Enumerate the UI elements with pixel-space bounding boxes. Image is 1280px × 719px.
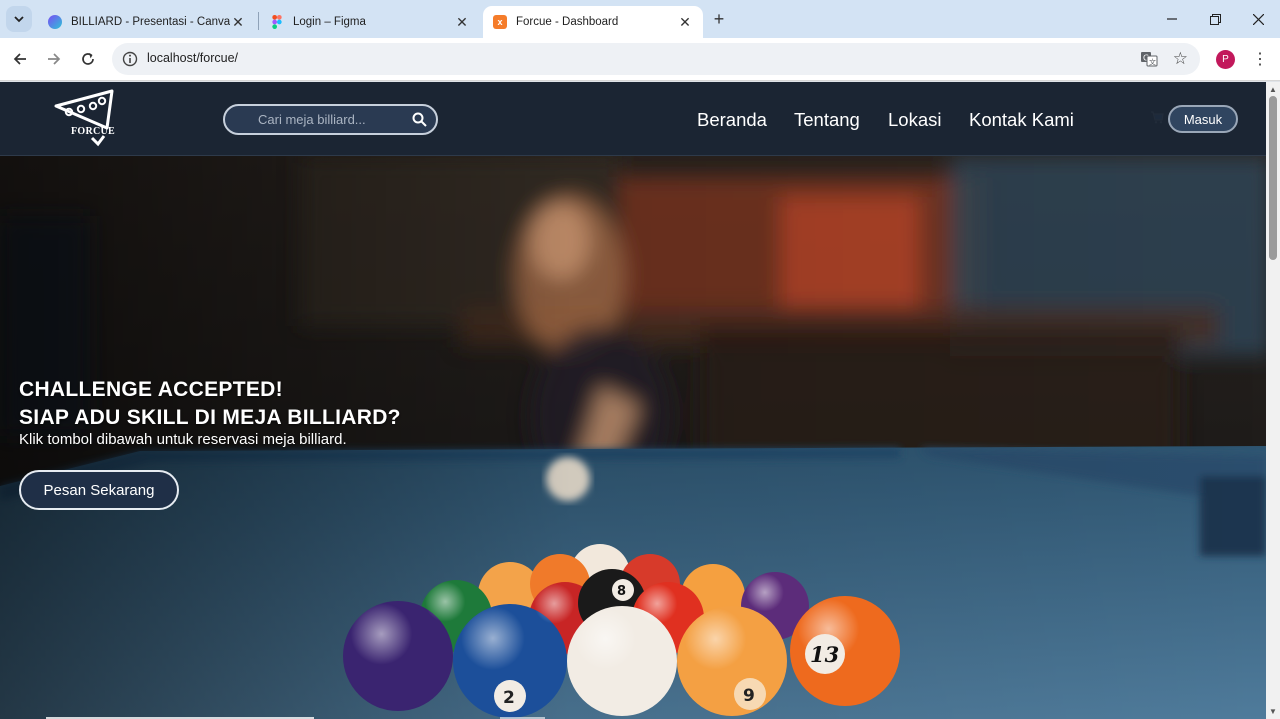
tab-canva[interactable]: BILLIARD - Presentasi - Canva ✕ bbox=[38, 6, 256, 38]
hero-subtext: Klik tombol dibawah untuk reservasi meja… bbox=[19, 431, 347, 448]
nav-link-beranda[interactable]: Beranda bbox=[697, 109, 767, 131]
chevron-down-icon bbox=[14, 16, 24, 23]
address-bar[interactable]: localhost/forcue/ G文 ☆ bbox=[112, 43, 1200, 75]
star-icon[interactable]: ☆ bbox=[1173, 49, 1188, 69]
search-field[interactable]: Cari meja billiard... bbox=[223, 104, 438, 135]
new-tab-button[interactable]: + bbox=[708, 8, 730, 30]
canva-icon bbox=[48, 15, 62, 29]
tab-title: Forcue - Dashboard bbox=[516, 16, 619, 28]
nav-link-tentang[interactable]: Tentang bbox=[794, 109, 860, 131]
login-button[interactable]: Masuk bbox=[1168, 105, 1238, 133]
page-viewport: FORCUE Cari meja billiard... Beranda Ten… bbox=[0, 82, 1266, 719]
arrow-left-icon bbox=[13, 53, 26, 65]
ball-number-2: 2 bbox=[503, 688, 515, 708]
tab-figma[interactable]: Login – Figma ✕ bbox=[260, 6, 480, 38]
hero-headline: CHALLENGE ACCEPTED! SIAP ADU SKILL DI ME… bbox=[19, 376, 401, 432]
url-text[interactable]: localhost/forcue/ bbox=[147, 51, 238, 65]
scroll-down-icon[interactable]: ▼ bbox=[1269, 707, 1277, 716]
ball-number-9: 9 bbox=[743, 686, 755, 706]
nav-link-kontak[interactable]: Kontak Kami bbox=[969, 109, 1074, 131]
hero-headline-line-1: CHALLENGE ACCEPTED! bbox=[19, 378, 283, 401]
xampp-icon: x bbox=[493, 15, 507, 29]
search-icon[interactable] bbox=[412, 112, 427, 127]
close-icon bbox=[1252, 13, 1264, 25]
scrollbar-thumb[interactable] bbox=[1269, 96, 1277, 260]
hero-section: 8 2 9 13 CHALLENGE ACCEPTED! SIAP ADU SK… bbox=[0, 156, 1266, 719]
restore-button[interactable] bbox=[1201, 8, 1229, 30]
minimize-button[interactable] bbox=[1158, 8, 1186, 30]
reload-icon bbox=[82, 53, 94, 65]
minimize-icon bbox=[1167, 18, 1177, 20]
arrow-right-icon bbox=[48, 53, 61, 65]
scroll-up-icon[interactable]: ▲ bbox=[1269, 85, 1277, 94]
close-icon[interactable]: ✕ bbox=[677, 14, 693, 30]
close-window-button[interactable] bbox=[1244, 8, 1272, 30]
restore-icon bbox=[1209, 13, 1221, 25]
translate-icon[interactable]: G文 bbox=[1140, 50, 1158, 68]
tab-forcue[interactable]: x Forcue - Dashboard ✕ bbox=[483, 6, 703, 38]
order-now-button[interactable]: Pesan Sekarang bbox=[19, 470, 179, 510]
cart-icon[interactable] bbox=[1150, 110, 1164, 124]
profile-avatar[interactable]: P bbox=[1216, 50, 1235, 69]
hero-headline-line-2: SIAP ADU SKILL DI MEJA BILLIARD? bbox=[19, 406, 401, 429]
tab-separator bbox=[258, 12, 259, 30]
info-icon[interactable] bbox=[122, 51, 138, 67]
search-input[interactable]: Cari meja billiard... bbox=[258, 112, 366, 127]
browser-toolbar: localhost/forcue/ G文 ☆ P ⋮ bbox=[0, 38, 1280, 81]
figma-icon bbox=[270, 15, 284, 29]
nav-link-lokasi[interactable]: Lokasi bbox=[888, 109, 941, 131]
ball-number-13: 13 bbox=[810, 642, 839, 667]
tab-search-button[interactable] bbox=[6, 6, 32, 32]
forcue-logo[interactable] bbox=[52, 88, 118, 150]
site-navbar: FORCUE Cari meja billiard... Beranda Ten… bbox=[0, 82, 1266, 156]
more-menu-icon[interactable]: ⋮ bbox=[1250, 48, 1270, 70]
tab-strip: BILLIARD - Presentasi - Canva ✕ Login – … bbox=[0, 0, 1280, 38]
forward-button[interactable] bbox=[42, 47, 66, 71]
tab-title: BILLIARD - Presentasi - Canva bbox=[71, 16, 230, 28]
logo-text: FORCUE bbox=[71, 126, 116, 137]
back-button[interactable] bbox=[8, 47, 32, 71]
close-icon[interactable]: ✕ bbox=[230, 14, 246, 30]
close-icon[interactable]: ✕ bbox=[454, 14, 470, 30]
svg-text:文: 文 bbox=[1149, 58, 1156, 67]
reload-button[interactable] bbox=[76, 47, 100, 71]
tab-title: Login – Figma bbox=[293, 16, 366, 28]
ball-number-8: 8 bbox=[617, 584, 626, 599]
page-scrollbar[interactable]: ▲ ▼ bbox=[1266, 82, 1280, 719]
